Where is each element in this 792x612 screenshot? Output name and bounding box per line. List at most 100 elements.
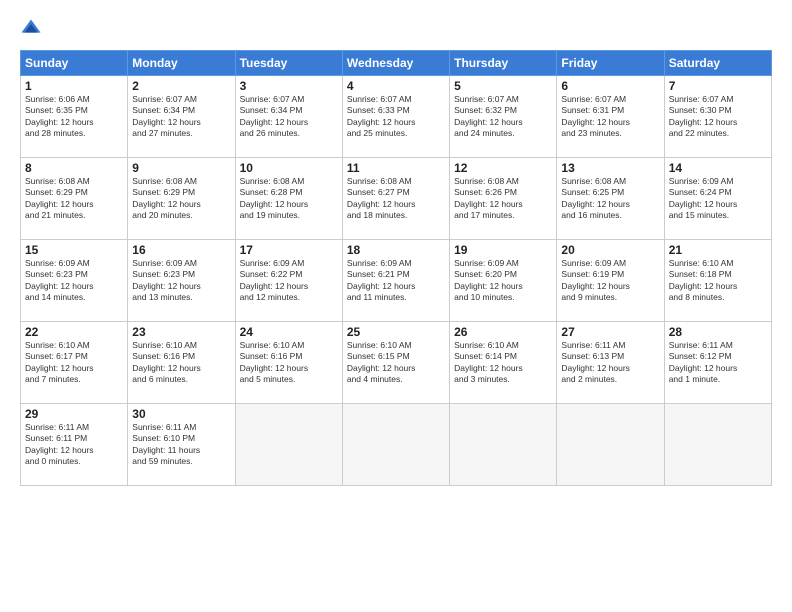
cell-details: Sunrise: 6:11 AMSunset: 6:13 PMDaylight:… [561, 340, 659, 386]
header [20, 18, 772, 40]
cell-details: Sunrise: 6:11 AMSunset: 6:11 PMDaylight:… [25, 422, 123, 468]
calendar-week-row: 15Sunrise: 6:09 AMSunset: 6:23 PMDayligh… [21, 240, 772, 322]
calendar-week-row: 1Sunrise: 6:06 AMSunset: 6:35 PMDaylight… [21, 76, 772, 158]
calendar-cell: 26Sunrise: 6:10 AMSunset: 6:14 PMDayligh… [450, 322, 557, 404]
cell-details: Sunrise: 6:10 AMSunset: 6:14 PMDaylight:… [454, 340, 552, 386]
calendar-week-row: 29Sunrise: 6:11 AMSunset: 6:11 PMDayligh… [21, 404, 772, 486]
calendar-week-row: 8Sunrise: 6:08 AMSunset: 6:29 PMDaylight… [21, 158, 772, 240]
cell-details: Sunrise: 6:09 AMSunset: 6:23 PMDaylight:… [132, 258, 230, 304]
calendar-cell: 14Sunrise: 6:09 AMSunset: 6:24 PMDayligh… [664, 158, 771, 240]
cell-details: Sunrise: 6:09 AMSunset: 6:20 PMDaylight:… [454, 258, 552, 304]
calendar-cell [664, 404, 771, 486]
calendar-cell: 1Sunrise: 6:06 AMSunset: 6:35 PMDaylight… [21, 76, 128, 158]
cell-details: Sunrise: 6:09 AMSunset: 6:21 PMDaylight:… [347, 258, 445, 304]
calendar-cell: 7Sunrise: 6:07 AMSunset: 6:30 PMDaylight… [664, 76, 771, 158]
calendar-cell: 6Sunrise: 6:07 AMSunset: 6:31 PMDaylight… [557, 76, 664, 158]
day-number: 23 [132, 325, 230, 339]
cell-details: Sunrise: 6:07 AMSunset: 6:33 PMDaylight:… [347, 94, 445, 140]
weekday-header: Saturday [664, 51, 771, 76]
cell-details: Sunrise: 6:09 AMSunset: 6:22 PMDaylight:… [240, 258, 338, 304]
calendar-week-row: 22Sunrise: 6:10 AMSunset: 6:17 PMDayligh… [21, 322, 772, 404]
day-number: 30 [132, 407, 230, 421]
calendar-cell [342, 404, 449, 486]
day-number: 8 [25, 161, 123, 175]
cell-details: Sunrise: 6:09 AMSunset: 6:23 PMDaylight:… [25, 258, 123, 304]
calendar-cell [235, 404, 342, 486]
day-number: 19 [454, 243, 552, 257]
day-number: 22 [25, 325, 123, 339]
day-number: 3 [240, 79, 338, 93]
calendar-cell: 19Sunrise: 6:09 AMSunset: 6:20 PMDayligh… [450, 240, 557, 322]
day-number: 9 [132, 161, 230, 175]
day-number: 18 [347, 243, 445, 257]
day-number: 24 [240, 325, 338, 339]
calendar-cell [450, 404, 557, 486]
cell-details: Sunrise: 6:07 AMSunset: 6:30 PMDaylight:… [669, 94, 767, 140]
calendar-header: SundayMondayTuesdayWednesdayThursdayFrid… [21, 51, 772, 76]
day-number: 21 [669, 243, 767, 257]
day-number: 17 [240, 243, 338, 257]
day-number: 26 [454, 325, 552, 339]
cell-details: Sunrise: 6:10 AMSunset: 6:16 PMDaylight:… [132, 340, 230, 386]
calendar-cell: 3Sunrise: 6:07 AMSunset: 6:34 PMDaylight… [235, 76, 342, 158]
day-number: 12 [454, 161, 552, 175]
calendar-cell: 25Sunrise: 6:10 AMSunset: 6:15 PMDayligh… [342, 322, 449, 404]
day-number: 5 [454, 79, 552, 93]
weekday-header: Friday [557, 51, 664, 76]
weekday-header: Monday [128, 51, 235, 76]
calendar-cell: 27Sunrise: 6:11 AMSunset: 6:13 PMDayligh… [557, 322, 664, 404]
calendar-cell: 20Sunrise: 6:09 AMSunset: 6:19 PMDayligh… [557, 240, 664, 322]
day-number: 28 [669, 325, 767, 339]
calendar-cell: 29Sunrise: 6:11 AMSunset: 6:11 PMDayligh… [21, 404, 128, 486]
cell-details: Sunrise: 6:10 AMSunset: 6:16 PMDaylight:… [240, 340, 338, 386]
day-number: 29 [25, 407, 123, 421]
calendar-cell: 24Sunrise: 6:10 AMSunset: 6:16 PMDayligh… [235, 322, 342, 404]
calendar-cell: 8Sunrise: 6:08 AMSunset: 6:29 PMDaylight… [21, 158, 128, 240]
calendar-cell: 5Sunrise: 6:07 AMSunset: 6:32 PMDaylight… [450, 76, 557, 158]
calendar-cell: 4Sunrise: 6:07 AMSunset: 6:33 PMDaylight… [342, 76, 449, 158]
calendar-page: SundayMondayTuesdayWednesdayThursdayFrid… [0, 0, 792, 612]
day-number: 16 [132, 243, 230, 257]
weekday-header: Thursday [450, 51, 557, 76]
day-number: 25 [347, 325, 445, 339]
calendar-cell: 22Sunrise: 6:10 AMSunset: 6:17 PMDayligh… [21, 322, 128, 404]
cell-details: Sunrise: 6:09 AMSunset: 6:24 PMDaylight:… [669, 176, 767, 222]
logo [20, 18, 44, 40]
calendar-cell: 10Sunrise: 6:08 AMSunset: 6:28 PMDayligh… [235, 158, 342, 240]
calendar-cell: 9Sunrise: 6:08 AMSunset: 6:29 PMDaylight… [128, 158, 235, 240]
calendar-cell: 13Sunrise: 6:08 AMSunset: 6:25 PMDayligh… [557, 158, 664, 240]
day-number: 7 [669, 79, 767, 93]
cell-details: Sunrise: 6:10 AMSunset: 6:18 PMDaylight:… [669, 258, 767, 304]
cell-details: Sunrise: 6:08 AMSunset: 6:25 PMDaylight:… [561, 176, 659, 222]
calendar-cell: 2Sunrise: 6:07 AMSunset: 6:34 PMDaylight… [128, 76, 235, 158]
day-number: 6 [561, 79, 659, 93]
weekday-header: Sunday [21, 51, 128, 76]
day-number: 13 [561, 161, 659, 175]
day-number: 4 [347, 79, 445, 93]
calendar-cell [557, 404, 664, 486]
day-number: 11 [347, 161, 445, 175]
cell-details: Sunrise: 6:08 AMSunset: 6:29 PMDaylight:… [25, 176, 123, 222]
cell-details: Sunrise: 6:07 AMSunset: 6:34 PMDaylight:… [240, 94, 338, 140]
calendar-cell: 23Sunrise: 6:10 AMSunset: 6:16 PMDayligh… [128, 322, 235, 404]
cell-details: Sunrise: 6:09 AMSunset: 6:19 PMDaylight:… [561, 258, 659, 304]
calendar-cell: 30Sunrise: 6:11 AMSunset: 6:10 PMDayligh… [128, 404, 235, 486]
weekday-header: Tuesday [235, 51, 342, 76]
cell-details: Sunrise: 6:06 AMSunset: 6:35 PMDaylight:… [25, 94, 123, 140]
cell-details: Sunrise: 6:07 AMSunset: 6:31 PMDaylight:… [561, 94, 659, 140]
weekday-row: SundayMondayTuesdayWednesdayThursdayFrid… [21, 51, 772, 76]
cell-details: Sunrise: 6:11 AMSunset: 6:10 PMDaylight:… [132, 422, 230, 468]
calendar-body: 1Sunrise: 6:06 AMSunset: 6:35 PMDaylight… [21, 76, 772, 486]
cell-details: Sunrise: 6:08 AMSunset: 6:26 PMDaylight:… [454, 176, 552, 222]
day-number: 1 [25, 79, 123, 93]
calendar-cell: 28Sunrise: 6:11 AMSunset: 6:12 PMDayligh… [664, 322, 771, 404]
cell-details: Sunrise: 6:07 AMSunset: 6:32 PMDaylight:… [454, 94, 552, 140]
calendar-cell: 17Sunrise: 6:09 AMSunset: 6:22 PMDayligh… [235, 240, 342, 322]
calendar-cell: 21Sunrise: 6:10 AMSunset: 6:18 PMDayligh… [664, 240, 771, 322]
calendar-cell: 18Sunrise: 6:09 AMSunset: 6:21 PMDayligh… [342, 240, 449, 322]
calendar-cell: 16Sunrise: 6:09 AMSunset: 6:23 PMDayligh… [128, 240, 235, 322]
cell-details: Sunrise: 6:07 AMSunset: 6:34 PMDaylight:… [132, 94, 230, 140]
day-number: 27 [561, 325, 659, 339]
cell-details: Sunrise: 6:08 AMSunset: 6:28 PMDaylight:… [240, 176, 338, 222]
calendar-table: SundayMondayTuesdayWednesdayThursdayFrid… [20, 50, 772, 486]
